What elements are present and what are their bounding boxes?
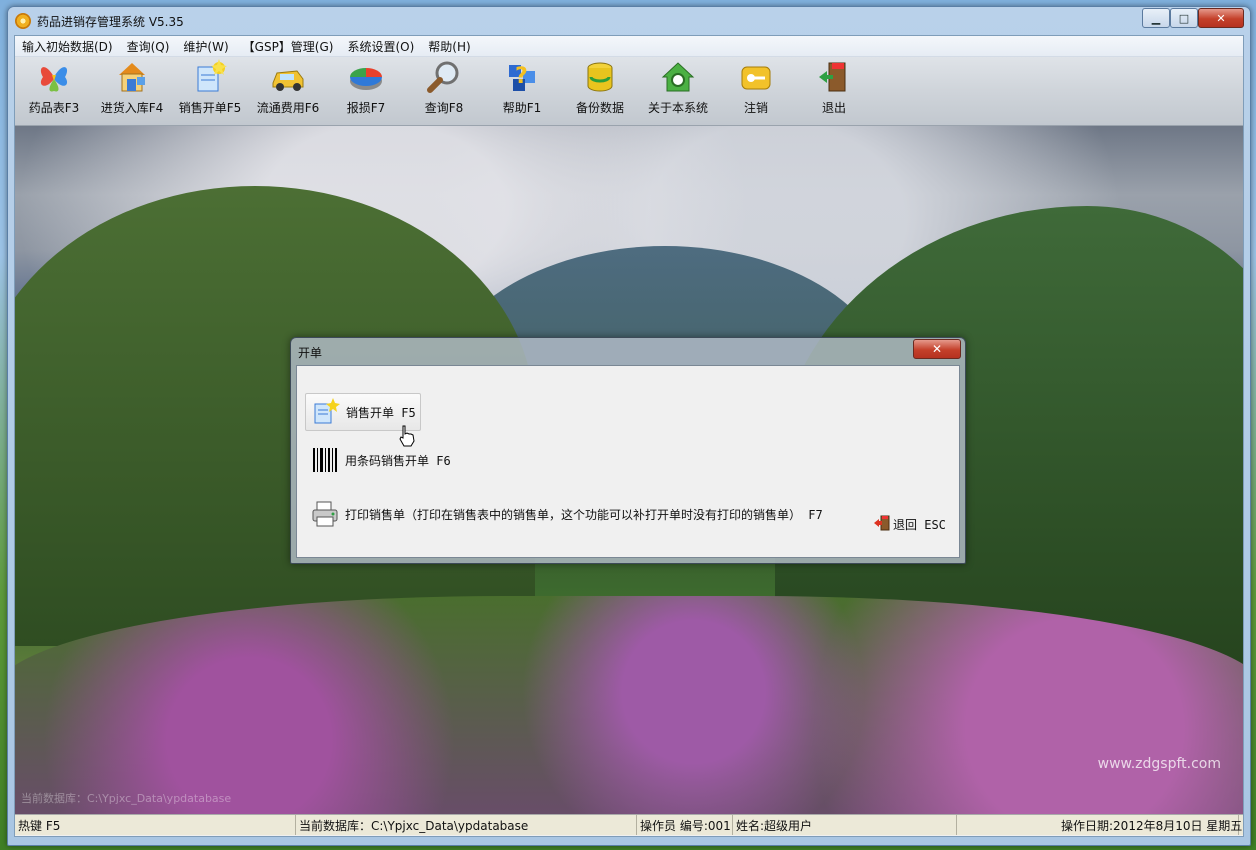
- status-bar: 热键 F5 当前数据库：C:\Ypjxc_Data\ypdatabase 操作员…: [15, 814, 1243, 835]
- barcode-sales-order-button[interactable]: 用条码销售开单 F6: [305, 446, 451, 474]
- tool-label: 注销: [743, 101, 768, 115]
- tool-query[interactable]: 查询F8: [405, 57, 483, 123]
- new-document-icon: [191, 59, 229, 95]
- magnifier-icon: [425, 59, 463, 95]
- menu-settings[interactable]: 系统设置(O): [340, 38, 421, 55]
- return-esc-button[interactable]: 退回 ESC: [874, 515, 946, 534]
- help-question-icon: ?: [503, 59, 541, 95]
- app-icon: [15, 13, 31, 29]
- toolbar: 药品表F3 进货入库F4 销售开单F5 流通费用F6 报损F7 查询F8 ? 帮…: [15, 57, 1243, 126]
- menu-gsp[interactable]: 【GSP】管理(G): [236, 38, 341, 55]
- title-bar[interactable]: 药品进销存管理系统 V5.35 ▁ □ ✕: [8, 7, 1250, 35]
- tool-damage-report[interactable]: 报损F7: [327, 57, 405, 123]
- tool-exit[interactable]: 退出: [795, 57, 873, 123]
- maximize-button[interactable]: □: [1170, 8, 1198, 28]
- home-search-icon: [659, 59, 697, 95]
- tool-logout[interactable]: 注销: [717, 57, 795, 123]
- tool-label: 药品表F3: [28, 101, 80, 115]
- dialog-body: 销售开单 F5 用条码销售开单 F6 打印销售单（打印在销售表中的销售单，这个功…: [296, 365, 960, 558]
- database-backup-icon: [581, 59, 619, 95]
- tool-label: 备份数据: [575, 101, 624, 115]
- watermark: www.zdgspft.com: [1097, 756, 1221, 772]
- new-document-icon: [312, 398, 340, 426]
- window-title: 药品进销存管理系统 V5.35: [37, 14, 184, 29]
- tool-label: 报损F7: [346, 101, 386, 115]
- tool-label: 关于本系统: [647, 101, 708, 115]
- sales-order-label: 销售开单 F5: [346, 405, 416, 420]
- open-order-dialog: 开单 ✕ 销售开单 F5 用条码销售开单 F6 打印销售单（打印在销售表中的销售…: [290, 337, 966, 564]
- menu-maintain[interactable]: 维护(W): [176, 38, 235, 55]
- tool-sales-order[interactable]: 销售开单F5: [171, 57, 249, 123]
- return-esc-label: 退回 ESC: [893, 518, 946, 532]
- ghost-database-label: 当前数据库：C:\Ypjxc_Data\ypdatabase: [21, 792, 232, 805]
- tool-backup[interactable]: 备份数据: [561, 57, 639, 123]
- dialog-close-button[interactable]: ✕: [913, 339, 961, 359]
- tool-about[interactable]: 关于本系统: [639, 57, 717, 123]
- status-user-name: 姓名:超级用户: [733, 815, 957, 835]
- tool-circulation-cost[interactable]: 流通费用F6: [249, 57, 327, 123]
- svg-text:?: ?: [515, 64, 528, 89]
- tool-label: 销售开单F5: [178, 101, 242, 115]
- tool-help[interactable]: ? 帮助F1: [483, 57, 561, 123]
- status-date: 操作日期:2012年8月10日 星期五: [957, 815, 1242, 835]
- tool-label: 进货入库F4: [100, 101, 164, 115]
- tool-label: 帮助F1: [502, 101, 542, 115]
- tool-purchase-in[interactable]: 进货入库F4: [93, 57, 171, 123]
- barcode-sales-order-label: 用条码销售开单 F6: [345, 453, 451, 468]
- key-icon: [737, 59, 775, 95]
- pie-chart-icon: [347, 59, 385, 95]
- menu-help[interactable]: 帮助(H): [421, 38, 477, 55]
- car-icon: [269, 59, 307, 95]
- exit-door-icon: [874, 515, 890, 534]
- tool-label: 查询F8: [424, 101, 464, 115]
- menu-bar: 输入初始数据(D) 查询(Q) 维护(W) 【GSP】管理(G) 系统设置(O)…: [15, 36, 1243, 57]
- msn-butterfly-icon: [35, 59, 73, 95]
- menu-query[interactable]: 查询(Q): [120, 38, 177, 55]
- window-controls: ▁ □ ✕: [1142, 8, 1244, 28]
- minimize-button[interactable]: ▁: [1142, 8, 1170, 28]
- print-sales-order-label: 打印销售单（打印在销售表中的销售单，这个功能可以补打开单时没有打印的销售单） F…: [345, 507, 823, 522]
- menu-input-initial-data[interactable]: 输入初始数据(D): [15, 38, 120, 55]
- printer-icon: [311, 500, 339, 528]
- hand-cursor-icon: [398, 425, 416, 447]
- tool-drug-list[interactable]: 药品表F3: [15, 57, 93, 123]
- print-sales-order-button[interactable]: 打印销售单（打印在销售表中的销售单，这个功能可以补打开单时没有打印的销售单） F…: [305, 500, 823, 528]
- close-button[interactable]: ✕: [1198, 8, 1244, 28]
- status-hotkey: 热键 F5: [15, 815, 296, 835]
- dialog-title: 开单: [298, 346, 323, 360]
- tool-label: 流通费用F6: [256, 101, 320, 115]
- status-operator: 操作员 编号:001: [637, 815, 733, 835]
- tool-label: 退出: [821, 101, 846, 115]
- status-database: 当前数据库：C:\Ypjxc_Data\ypdatabase: [296, 815, 637, 835]
- house-box-icon: [113, 59, 151, 95]
- barcode-icon: [311, 446, 339, 474]
- exit-door-icon: [815, 59, 853, 95]
